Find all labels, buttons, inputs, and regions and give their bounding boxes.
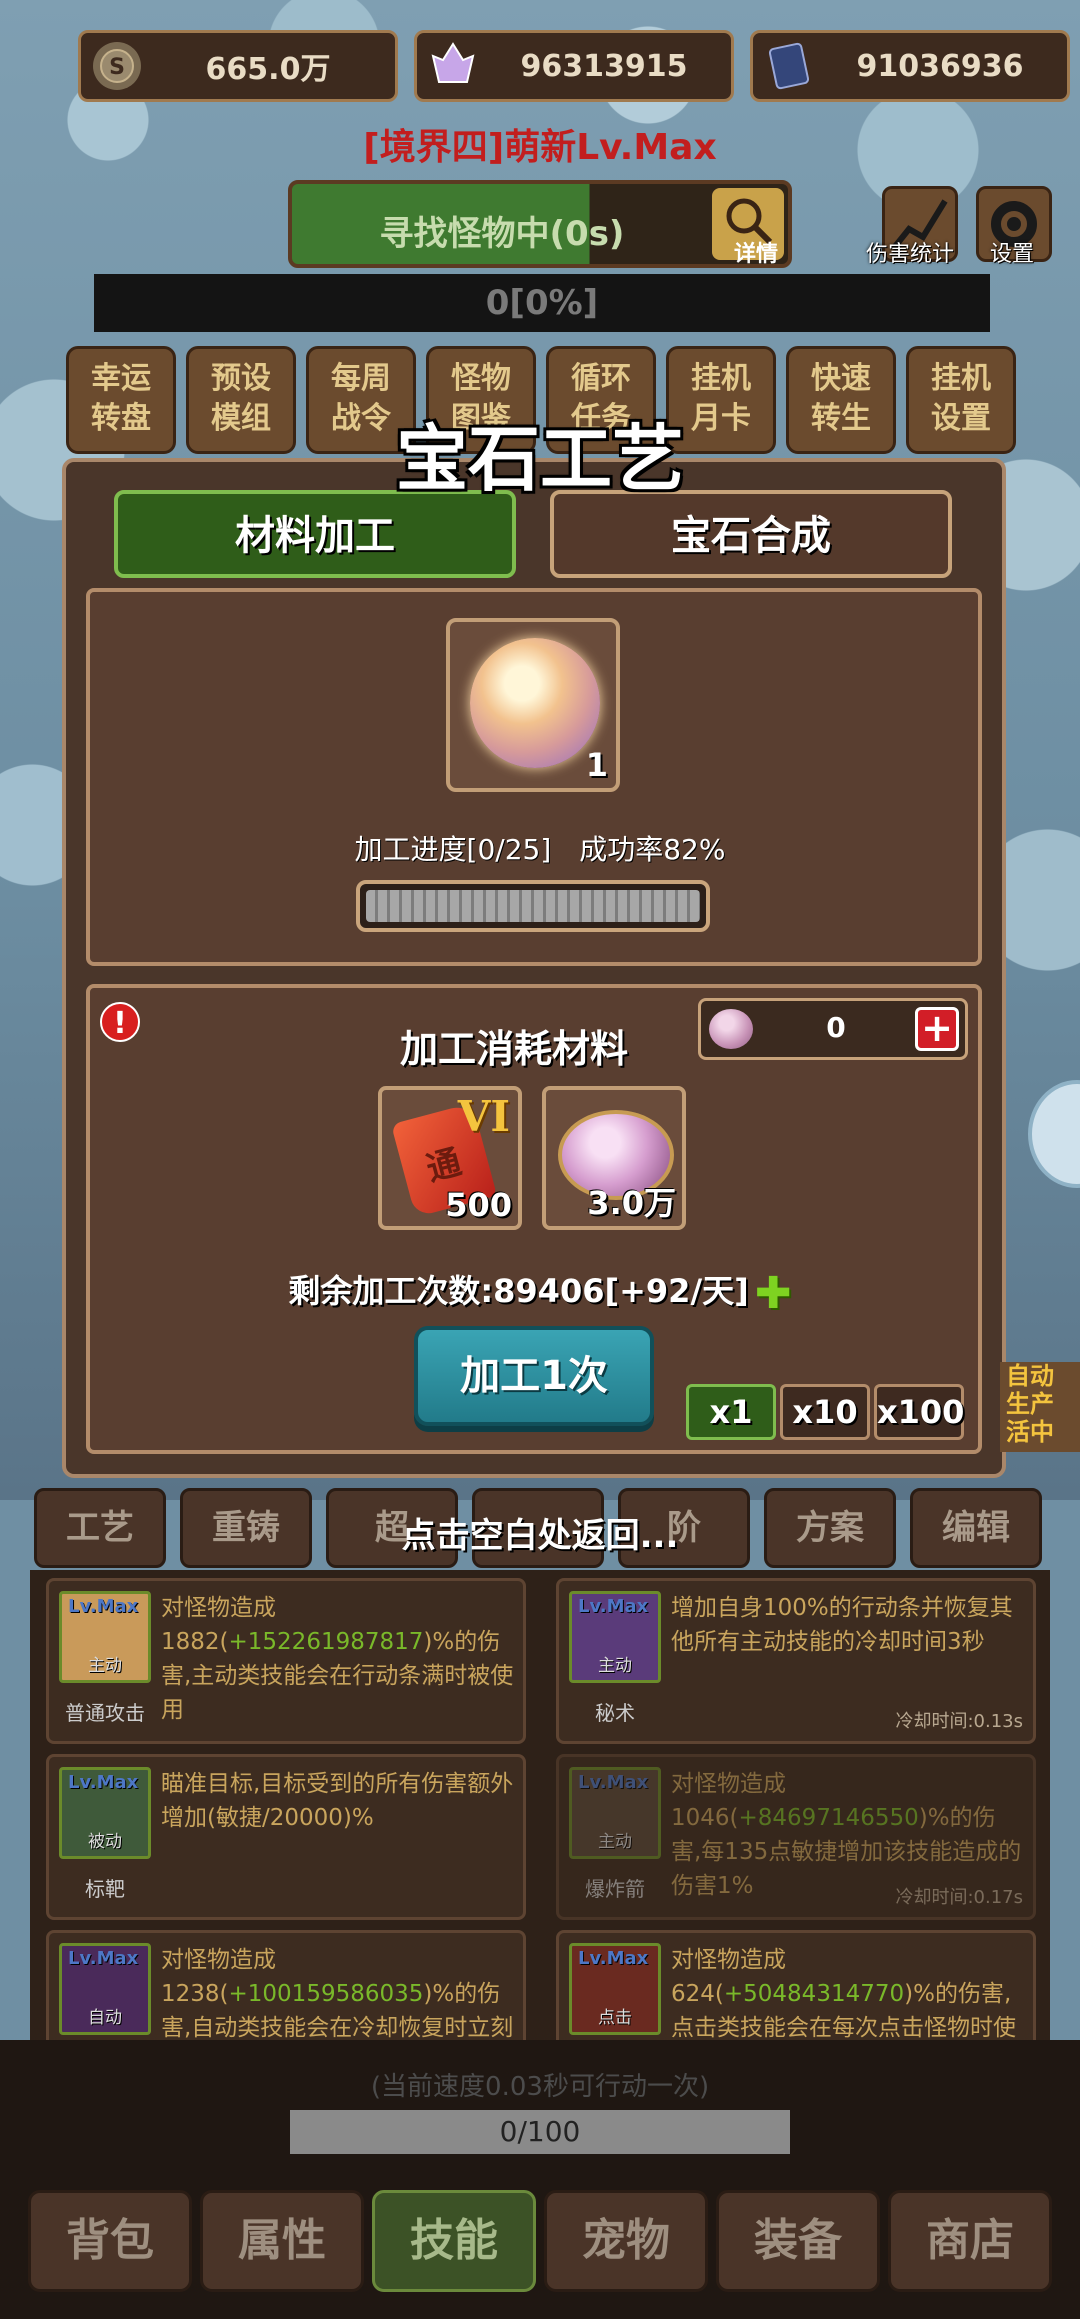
gem-count: 1 (585, 746, 608, 784)
skill-level: Lv.Max (578, 1596, 649, 1617)
nav-button-1[interactable]: 属性 (200, 2190, 364, 2292)
skill-level: Lv.Max (68, 1948, 139, 1969)
skill-icon: Lv.Max 主动 (59, 1591, 151, 1683)
search-bar[interactable]: 寻找怪物中(0s) 详情 (288, 180, 792, 268)
material-gem-coin[interactable]: 3.0万 (542, 1086, 686, 1230)
search-status: 寻找怪物中(0s) (379, 214, 625, 254)
back-hint[interactable]: 点击空白处返回... (0, 1508, 1080, 1557)
menu-button-line1: 每周 (331, 361, 391, 396)
material-count: 0 (826, 1011, 846, 1044)
nav-button-0[interactable]: 背包 (28, 2190, 192, 2292)
skill-description: 对怪物造成1882(+152261987817)%的伤害,主动类技能会在行动条满… (161, 1591, 515, 1727)
svg-text:S: S (109, 55, 125, 80)
progress-bar (356, 880, 710, 932)
multiplier-x10[interactable]: x10 (780, 1384, 870, 1440)
nav-button-4[interactable]: 装备 (716, 2190, 880, 2292)
skill-card[interactable]: Lv.Max 主动普通攻击 对怪物造成1882(+152261987817)%的伤害… (46, 1578, 526, 1744)
skill-name: 普通攻击 (65, 1701, 145, 1725)
skill-desc-highlight: +84697146550 (738, 1805, 919, 1831)
gem-icon (470, 638, 600, 768)
skill-card[interactable]: Lv.Max 主动 爆炸箭 对怪物造成1046(+84697146550)%的伤害,每… (556, 1754, 1036, 1920)
skill-description: 瞄准目标,目标受到的所有伤害额外增加(敏捷/20000)% (161, 1767, 515, 1835)
skill-name: 爆炸箭 (585, 1877, 645, 1901)
remaining-count: 剩余加工次数:89406[+92/天] ✚ (0, 1266, 1080, 1319)
skill-type: 主动 (598, 1656, 632, 1676)
nav-button-2[interactable]: 技能 (372, 2190, 536, 2292)
gem-slot[interactable]: 1 (446, 618, 620, 792)
skill-card[interactable]: Lv.Max 被动标靶 瞄准目标,目标受到的所有伤害额外增加(敏捷/20000)% (46, 1754, 526, 1920)
add-material-button[interactable]: + (915, 1007, 959, 1051)
resource-crystal: 96313915 (414, 30, 734, 102)
skill-level: Lv.Max (578, 1772, 649, 1793)
skill-icon: Lv.Max 主动 (569, 1767, 661, 1859)
crystal-amount: 96313915 (520, 48, 688, 84)
settings-label: 设置 (990, 242, 1035, 267)
skill-type: 自动 (88, 2008, 122, 2028)
card-icon (765, 42, 813, 90)
cost-title: 加工消耗材料 (400, 1027, 629, 1071)
skill-icon: Lv.Max 主动 (569, 1591, 661, 1683)
auto-produce-label: 自动 生产 活中 (1000, 1362, 1080, 1452)
menu-button-line1: 幸运 (91, 361, 151, 396)
process-once-button[interactable]: 加工1次 (414, 1326, 654, 1426)
skill-desc-pre: 瞄准目标,目标受到的所有伤害额外增加(敏捷/20000)% (161, 1771, 514, 1831)
skill-type: 点击 (598, 2008, 632, 2028)
skill-description: 增加自身100%的行动条并恢复其他所有主动技能的冷却时间3秒 (671, 1591, 1025, 1659)
menu-button-line1: 快速 (811, 361, 871, 396)
menu-button-line1: 挂机 (931, 361, 991, 396)
realm-title: [境界四]萌新Lv.Max (363, 127, 717, 168)
tome-rank: VI (457, 1092, 510, 1141)
search-detail-button[interactable]: 详情 (712, 188, 784, 267)
nav-button-3[interactable]: 宠物 (544, 2190, 708, 2292)
nav-button-5[interactable]: 商店 (888, 2190, 1052, 2292)
skill-desc-highlight: +50484314770 (723, 1981, 905, 2007)
warning-icon[interactable]: ! (100, 1002, 140, 1042)
energy-bar: 0/100 (290, 2110, 790, 2154)
resource-silver: S 665.0万 (78, 30, 398, 102)
skill-type: 主动 (88, 1656, 122, 1676)
remaining-text: 剩余加工次数:89406[+92/天] (288, 1272, 749, 1310)
skill-level: Lv.Max (578, 1948, 649, 1969)
menu-button-line1: 怪物 (451, 361, 511, 396)
skill-desc-highlight: +152261987817 (228, 1629, 424, 1655)
skill-desc-pre: 增加自身100%的行动条并恢复其他所有主动技能的冷却时间3秒 (671, 1595, 1013, 1655)
multiplier-x1[interactable]: x1 (686, 1384, 776, 1440)
skill-icon: Lv.Max 自动 (59, 1943, 151, 2035)
material-count-box: 0 + (698, 998, 968, 1060)
skill-type: 主动 (598, 1832, 632, 1852)
gem-coin-icon (709, 1009, 753, 1049)
skill-cooldown: 冷却时间:0.13s (895, 1711, 1023, 1732)
search-detail-label: 详情 (733, 242, 778, 267)
menu-button-line1: 挂机 (691, 361, 751, 396)
resource-card: 91036936 (750, 30, 1070, 102)
xp-bar: 0[0%] (94, 274, 990, 332)
skill-name: 秘术 (595, 1701, 635, 1725)
silver-amount: 665.0万 (205, 52, 331, 87)
menu-button-line1: 循环 (571, 361, 631, 396)
skill-icon: Lv.Max 点击 (569, 1943, 661, 2035)
speed-tip: (当前速度0.03秒可行动一次) (370, 2072, 710, 2102)
skill-name: 标靶 (85, 1877, 125, 1901)
crystal-icon (429, 42, 477, 90)
gem-coin-count: 3.0万 (587, 1184, 676, 1222)
damage-stats-label: 伤害统计 (866, 242, 955, 267)
modal-title: 宝石工艺 (395, 417, 684, 501)
add-count-icon[interactable]: ✚ (755, 1268, 792, 1319)
skill-icon: Lv.Max 被动 (59, 1767, 151, 1859)
skill-card[interactable]: Lv.Max 主动秘术 增加自身100%的行动条并恢复其他所有主动技能的冷却时间3秒… (556, 1578, 1036, 1744)
multiplier-x100[interactable]: x100 (874, 1384, 964, 1440)
skill-level: Lv.Max (68, 1772, 139, 1793)
skill-cooldown: 冷却时间:0.17s (895, 1887, 1023, 1908)
menu-button-line1: 预设 (211, 361, 271, 396)
silver-coin-icon: S (93, 42, 141, 90)
skill-level: Lv.Max (68, 1596, 139, 1617)
progress-label: 加工进度[0/25] 成功率82% (354, 833, 726, 866)
skill-type: 被动 (88, 1832, 122, 1852)
card-amount: 91036936 (856, 48, 1024, 84)
material-tome[interactable]: 通 VI 500 (378, 1086, 522, 1230)
progress-fill (366, 890, 700, 922)
tome-count: 500 (445, 1186, 512, 1224)
skill-desc-highlight: +100159586035 (228, 1981, 424, 2007)
